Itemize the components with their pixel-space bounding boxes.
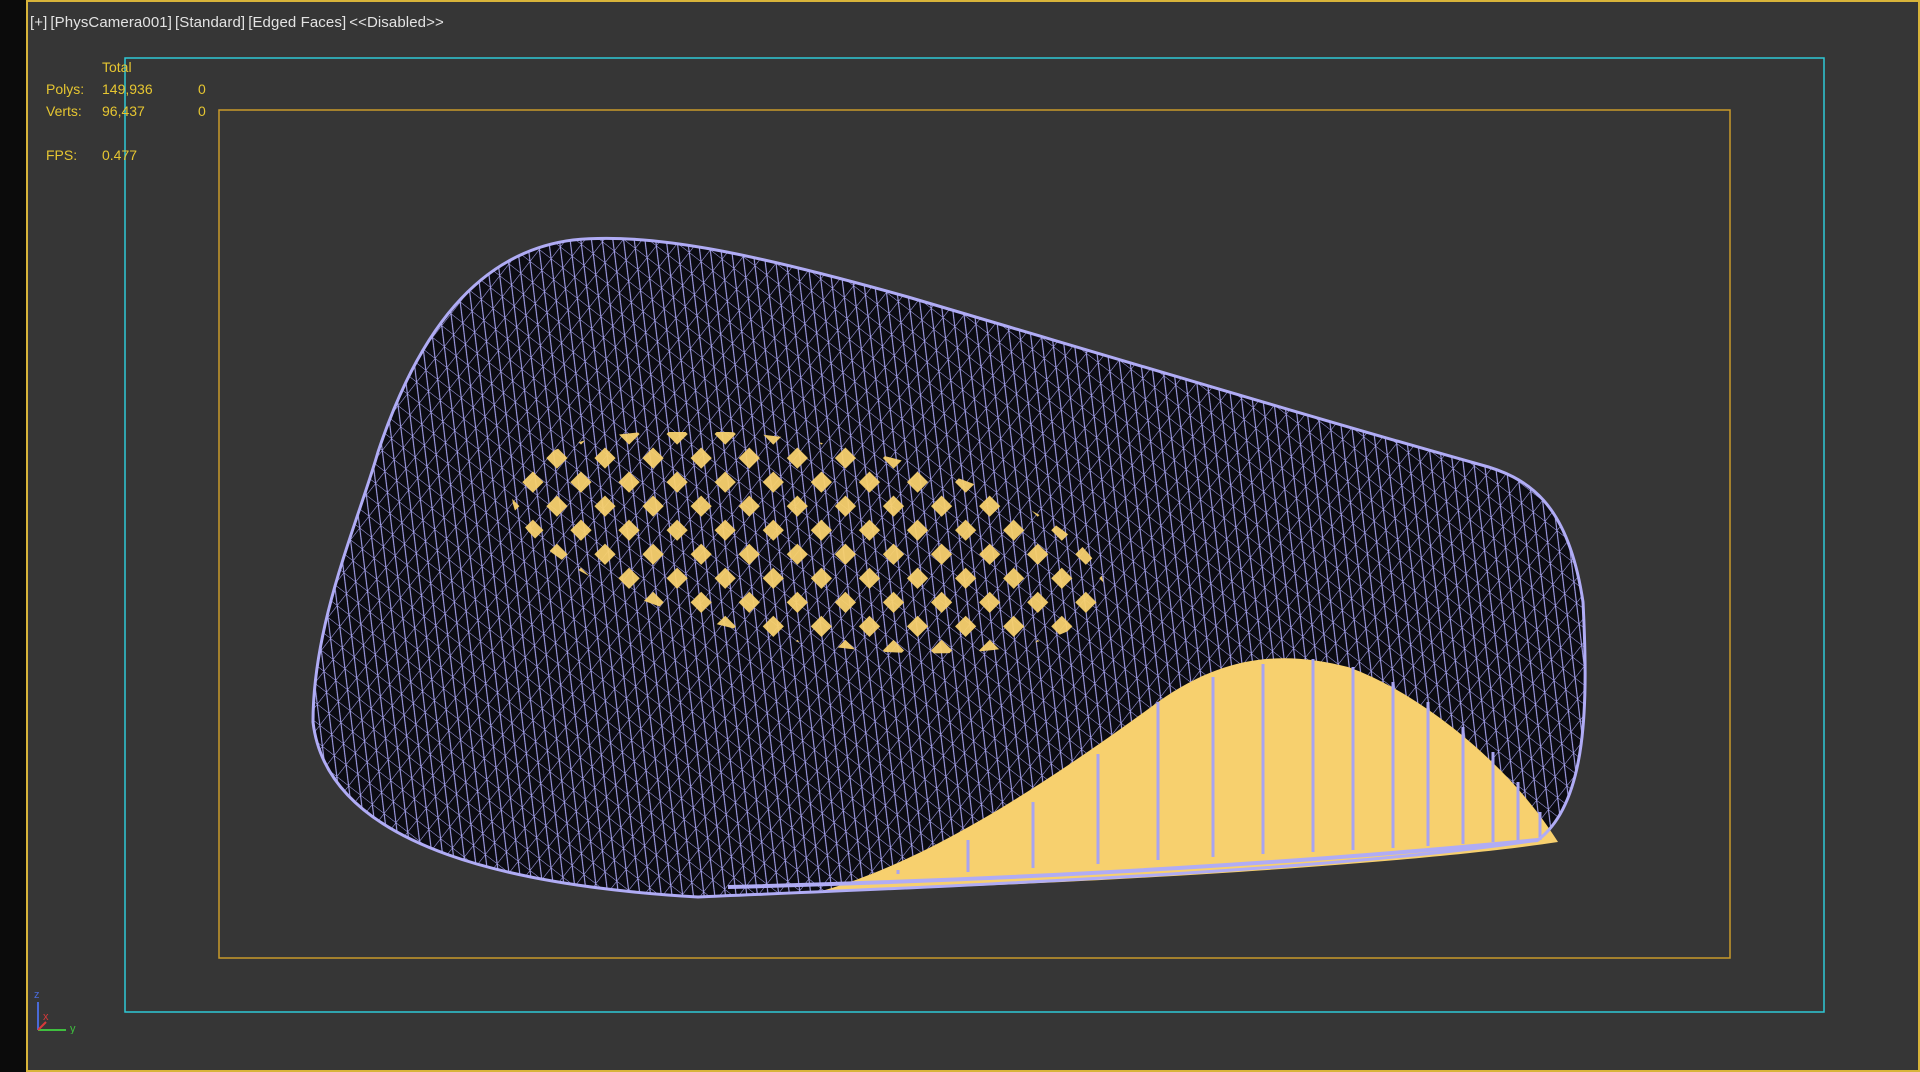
axis-y-label: y	[70, 1023, 76, 1034]
polys-total: 149,936	[102, 81, 153, 97]
verts-total: 96,437	[102, 103, 145, 119]
polys-label: Polys:	[46, 81, 85, 97]
fps-value: 0.477	[102, 147, 138, 163]
scene-canvas[interactable]	[28, 2, 1918, 1070]
fps-label: FPS:	[46, 147, 78, 163]
stats-total-header: Total	[102, 59, 132, 75]
verts-label: Verts:	[46, 103, 82, 119]
axis-z-label: z	[34, 989, 40, 1001]
camera-viewport[interactable]: [+] [PhysCamera001] [Standard] [Edged Faces…	[26, 0, 1920, 1072]
axis-x-label: x	[43, 1011, 49, 1023]
axis-tripod-icon: z x y	[34, 989, 76, 1034]
verts-selected: 0	[198, 103, 206, 119]
polys-selected: 0	[198, 81, 206, 97]
mesh-object[interactable]	[278, 202, 1628, 922]
left-edge-strip	[0, 0, 26, 1072]
